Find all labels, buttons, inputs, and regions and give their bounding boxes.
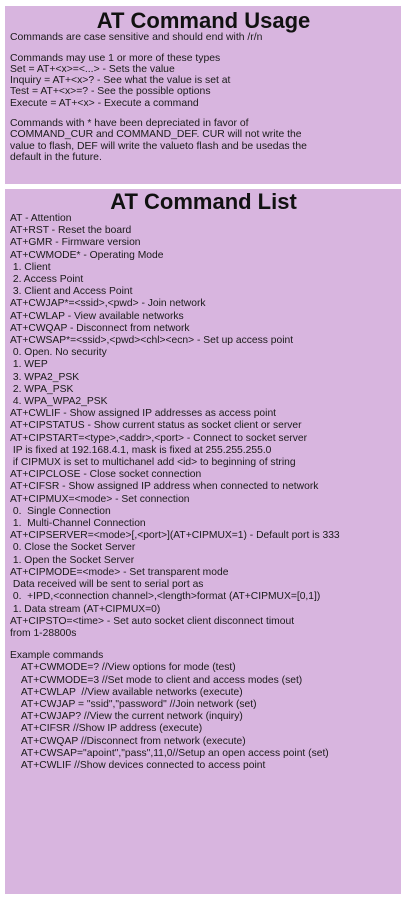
list-line: AT+RST - Reset the board [10, 225, 132, 237]
list-line: AT+CIFSR //Show IP address (execute) [10, 723, 203, 735]
usage-line: COMMAND_CUR and COMMAND_DEF. CUR will no… [10, 129, 302, 141]
list-line: if CIPMUX is set to multichanel add <id>… [10, 457, 296, 469]
list-line: AT+CWQAP - Disconnect from network [10, 322, 190, 334]
command-list-panel: AT Command List AT - Attention AT+RST - R… [5, 189, 401, 894]
list-line: AT+CWLIF //Show devices connected to acc… [10, 759, 266, 771]
command-usage-panel: AT Command Usage Commands are case sensi… [5, 6, 401, 184]
list-line: 2. WPA_PSK [10, 383, 74, 395]
usage-line [10, 109, 397, 119]
list-line: 1. Data stream (AT+CIPMUX=0) [10, 603, 161, 615]
list-line: 3. Client and Access Point [10, 286, 133, 298]
list-line: AT+CWLAP //View available networks (exec… [10, 686, 243, 698]
list-line: Example commands [10, 650, 104, 662]
usage-line: Commands are case sensitive and should e… [10, 32, 263, 43]
list-line: AT+CWSAP*=<ssid>,<pwd><chl><ecn> - Set u… [10, 335, 294, 347]
usage-title: AT Command Usage [96, 8, 311, 33]
list-line: AT+CWSAP="apoint","pass",11,0//Setup an … [10, 747, 329, 759]
list-line: AT+CIPMUX=<mode> - Set connection [10, 493, 190, 505]
usage-line: value to flash, DEF will write the value… [10, 140, 307, 152]
list-title: AT Command List [110, 189, 297, 214]
list-line: AT+CWMODE=3 //Set mode to client and acc… [10, 674, 303, 686]
list-line: 1. WEP [10, 359, 48, 371]
list-line: 0. Open. No security [10, 347, 107, 359]
list-line: 1. Multi-Channel Connection [10, 518, 146, 530]
list-line: AT+CWLAP - View available networks [10, 310, 184, 322]
list-line: AT+CWJAP = "ssid","password" //Join netw… [10, 698, 257, 710]
list-line: AT+CIPSERVER=<mode>[,<port>](AT+CIPMUX=1… [10, 530, 340, 542]
usage-line: Commands with * have been depreciated in… [10, 118, 249, 130]
list-line: 0. Single Connection [10, 505, 111, 517]
list-line: Data received will be sent to serial por… [10, 579, 204, 591]
usage-line: Inquiry = AT+<x>? - See what the value i… [10, 75, 231, 87]
list-line: IP is fixed at 192.168.4.1, mask is fixe… [10, 444, 272, 456]
list-line: 4. WPA_WPA2_PSK [10, 396, 108, 408]
list-line: AT+CWJAP? //View the current network (in… [10, 711, 243, 723]
usage-line: Commands may use 1 or more of these type… [10, 52, 221, 64]
list-line: AT+CWMODE=? //View options for mode (tes… [10, 662, 236, 674]
list-line: 1. Client [10, 261, 51, 273]
usage-text: Commands are case sensitive and should e… [10, 32, 397, 163]
usage-line: Set = AT+<x>=<...> - Sets the value [10, 63, 175, 75]
list-line: AT+CIFSR - Show assigned IP address when… [10, 481, 319, 493]
usage-line: default in the future. [10, 151, 102, 163]
list-line: AT+CWJAP*=<ssid>,<pwd> - Join network [10, 298, 206, 310]
list-line: AT+GMR - Firmware version [10, 237, 141, 249]
list-line: AT+CWMODE* - Operating Mode [10, 249, 164, 261]
usage-line: Test = AT+<x>=? - See the possible optio… [10, 86, 211, 98]
list-line: 0. +IPD,<connection channel>,<length>for… [10, 591, 321, 603]
list-line: 1. Open the Socket Server [10, 554, 135, 566]
command-list-text: AT - Attention AT+RST - Reset the board AT… [10, 213, 397, 772]
usage-line: Execute = AT+<x> - Execute a command [10, 97, 199, 109]
list-line: 0. Close the Socket Server [10, 542, 136, 554]
list-line: AT+CWQAP //Disconnect from network (exec… [10, 735, 246, 747]
list-line [10, 640, 397, 650]
list-line: AT - Attention [10, 213, 72, 224]
list-line: AT+CIPSTATUS - Show current status as so… [10, 420, 302, 432]
list-line: from 1-28800s [10, 627, 77, 639]
list-line: 2. Access Point [10, 274, 84, 286]
list-line: AT+CIPSTO=<time> - Set auto socket clien… [10, 615, 295, 627]
list-line: AT+CIPMODE=<mode> - Set transparent mode [10, 566, 229, 578]
list-line: 3. WPA2_PSK [10, 371, 80, 383]
list-line: AT+CIPSTART=<type>,<addr>,<port> - Conne… [10, 432, 308, 444]
list-line: AT+CWLIF - Show assigned IP addresses as… [10, 408, 277, 420]
usage-line [10, 43, 397, 53]
list-line: AT+CIPCLOSE - Close socket connection [10, 469, 202, 481]
